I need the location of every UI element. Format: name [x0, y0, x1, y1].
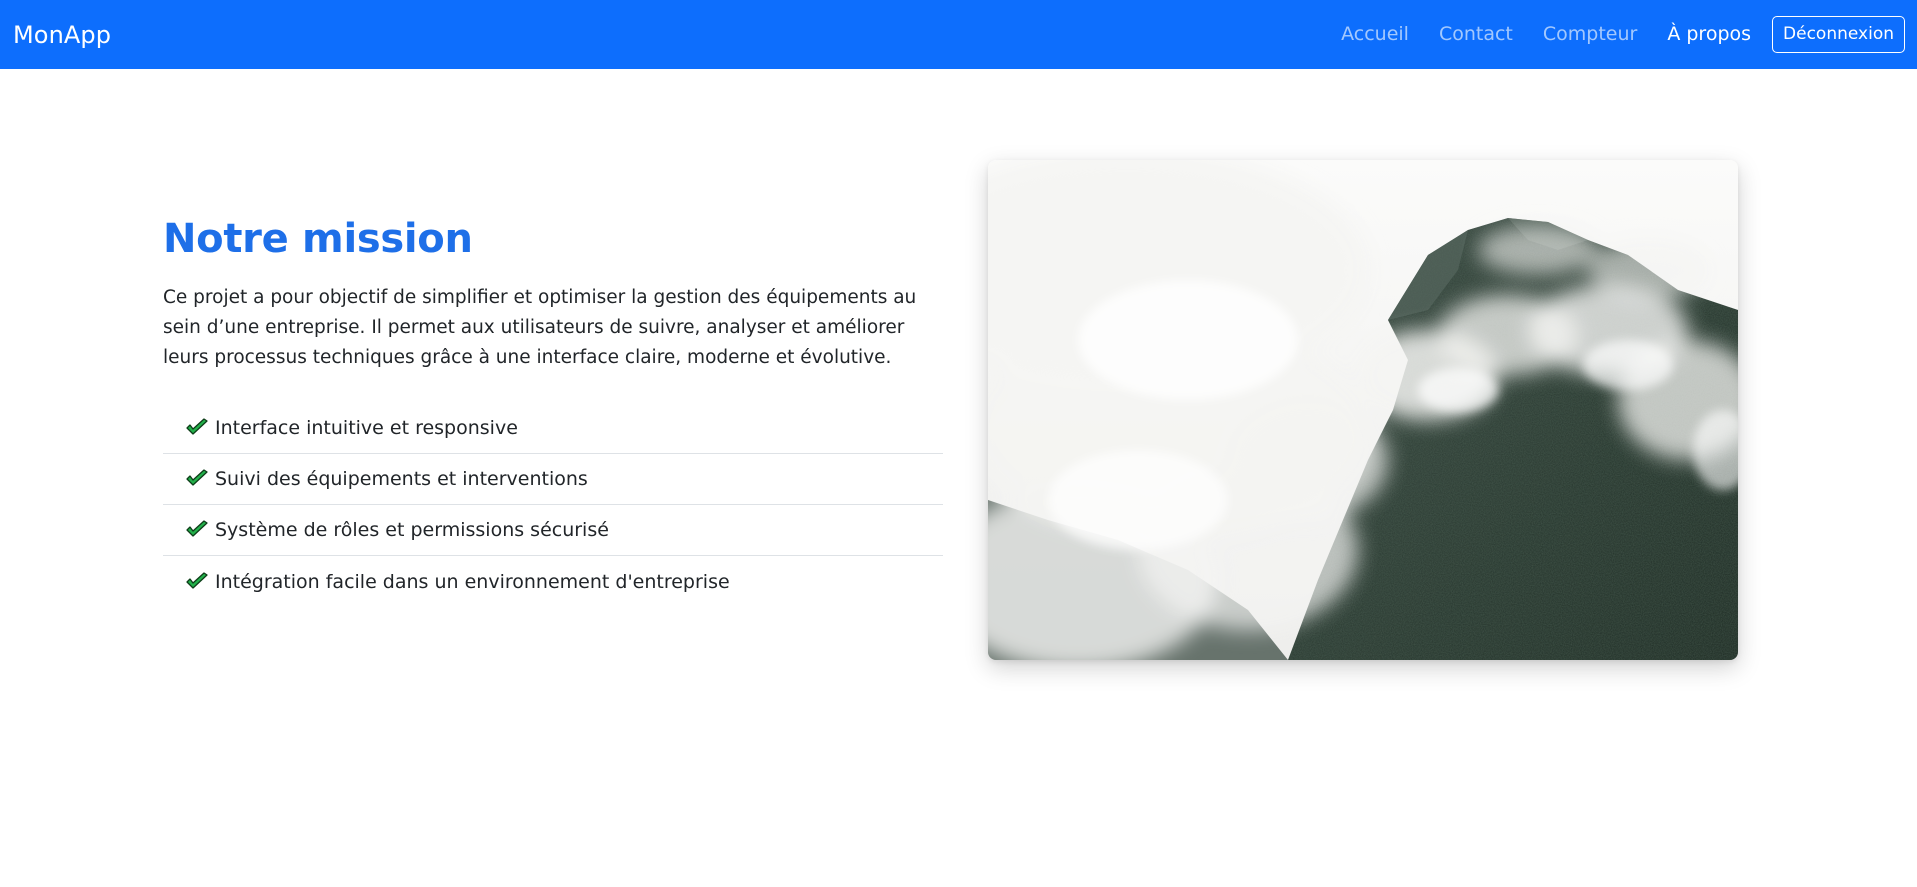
logout-button[interactable]: Déconnexion	[1772, 16, 1905, 53]
nav-link-contact[interactable]: Contact	[1424, 0, 1528, 69]
nav-link-compteur[interactable]: Compteur	[1528, 0, 1652, 69]
feature-label: Système de rôles et permissions sécurisé	[215, 519, 609, 541]
mountain-illustration	[988, 160, 1738, 660]
feature-item: Interface intuitive et responsive	[163, 403, 943, 454]
brand-logo[interactable]: MonApp	[13, 21, 111, 49]
nav-links: Accueil Contact Compteur À propos Déconn…	[1326, 0, 1905, 69]
mountain-image	[988, 160, 1738, 660]
feature-item: Système de rôles et permissions sécurisé	[163, 505, 943, 556]
feature-list: Interface intuitive et responsive Suivi …	[163, 403, 943, 607]
check-icon	[185, 469, 209, 489]
check-icon	[185, 571, 209, 592]
feature-item: Suivi des équipements et interventions	[163, 454, 943, 505]
feature-item: Intégration facile dans un environnement…	[163, 556, 943, 607]
feature-label: Intégration facile dans un environnement…	[215, 570, 730, 593]
mission-description: Ce projet a pour objectif de simplifier …	[163, 287, 917, 368]
navbar: MonApp Accueil Contact Compteur À propos…	[0, 0, 1917, 69]
nav-link-a-propos[interactable]: À propos	[1652, 0, 1766, 69]
check-icon	[185, 520, 209, 540]
nav-link-accueil[interactable]: Accueil	[1326, 0, 1424, 69]
feature-label: Interface intuitive et responsive	[215, 417, 518, 439]
check-icon	[185, 418, 209, 438]
mission-title: Notre mission	[163, 216, 473, 262]
mission-section: Notre mission Ce projet a pour objectif …	[163, 215, 943, 607]
feature-label: Suivi des équipements et interventions	[215, 468, 588, 490]
